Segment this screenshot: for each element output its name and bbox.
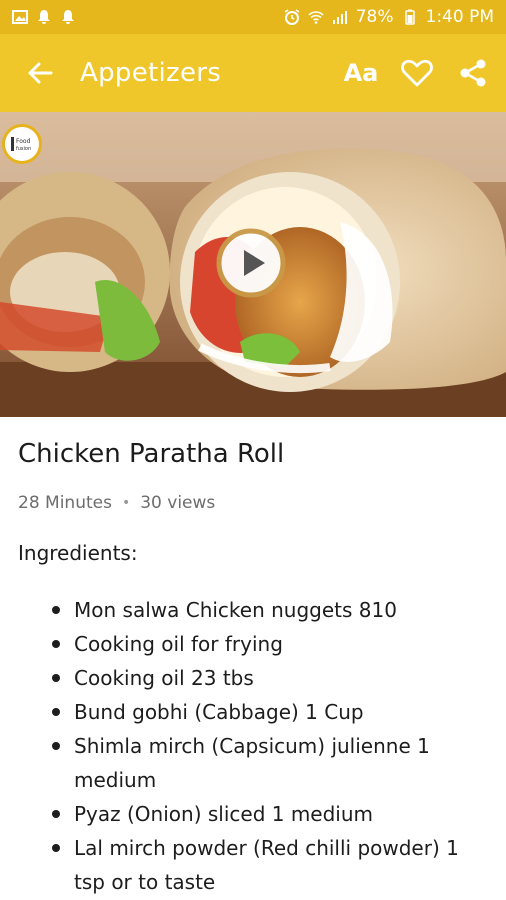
ingredient-item: Mon salwa Chicken nuggets 810 [50,593,490,627]
recipe-image[interactable]: Food fusion [0,112,506,417]
arrow-left-icon [28,62,53,84]
status-bar: 78% 1:40 PM [0,0,506,34]
svg-text:fusion: fusion [16,146,31,152]
status-notifications [12,9,76,25]
font-size-icon: Aa [343,59,379,87]
recipe-duration: 28 Minutes [18,493,112,513]
heart-icon [401,59,433,87]
bell-icon [62,10,74,24]
recipe-views: 30 views [140,493,216,513]
ingredient-item: Cooking oil 23 tbs [50,661,490,695]
alarm-icon [284,9,300,25]
signal-icon [332,11,347,24]
play-icon [216,228,286,298]
status-system: 78% 1:40 PM [284,7,494,27]
favorite-button[interactable] [400,56,434,90]
separator-dot: • [121,495,131,511]
font-size-button[interactable]: Aa [343,56,379,90]
bell-icon [38,10,50,24]
ingredient-item: Cooking oil for frying [50,627,490,661]
ingredients-heading: Ingredients: [18,541,138,565]
recipe-meta: 28 Minutes • 30 views [18,493,215,513]
brand-logo: Food fusion [2,124,42,164]
recipe-title: Chicken Paratha Roll [18,439,285,469]
wifi-icon [308,11,324,24]
back-button[interactable] [24,57,56,89]
share-button[interactable] [456,56,490,90]
svg-text:Food: Food [16,138,31,145]
share-icon [460,59,486,87]
play-video-button[interactable] [216,228,286,298]
ingredient-item: Shimla mirch (Capsicum) julienne 1 mediu… [50,729,490,797]
app-bar: Appetizers Aa [0,34,506,112]
status-time: 1:40 PM [425,7,495,27]
ingredient-item: Bund gobhi (Cabbage) 1 Cup [50,695,490,729]
ingredients-list: Mon salwa Chicken nuggets 810 Cooking oi… [50,593,490,899]
gallery-icon [12,10,28,24]
battery-icon [404,9,415,25]
battery-percent: 78% [355,7,394,27]
food-fusion-logo-icon: Food fusion [8,130,36,158]
ingredient-item: Lal mirch powder (Red chilli powder) 1 t… [50,831,490,899]
ingredient-item: Pyaz (Onion) sliced 1 medium [50,797,490,831]
page-title: Appetizers [80,58,222,88]
